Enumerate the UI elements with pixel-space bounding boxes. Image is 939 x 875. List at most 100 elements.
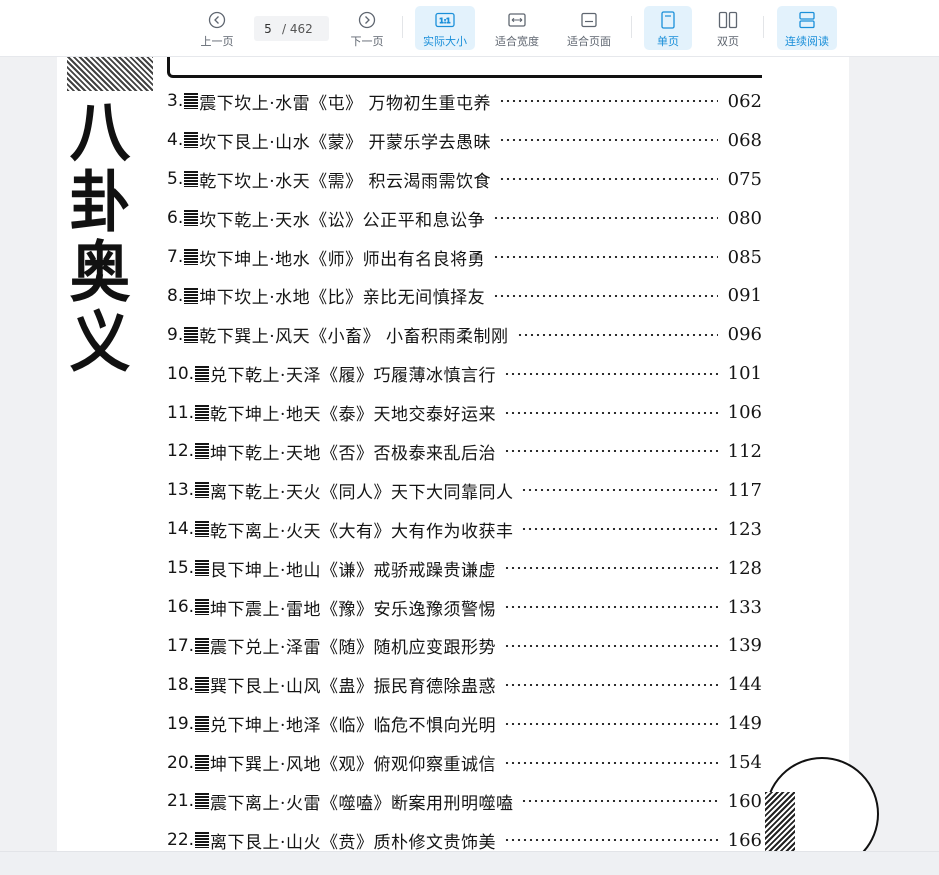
bottom-scroll-area [0,851,939,875]
continuous-reading-button[interactable]: 连续阅读 [777,6,837,50]
svg-text:1:1: 1:1 [439,17,450,25]
toc-dot-leader [499,100,718,103]
toc-entry-page: 117 [727,479,762,501]
actual-size-button[interactable]: 1:1 实际大小 [415,6,475,50]
toc-entry-title: 乾下离上·火天《大有》大有作为收获丰 [210,521,514,542]
toc-entry-number: 10. [167,363,195,384]
page-number-input[interactable] [254,21,282,36]
double-page-icon [718,10,738,30]
toc-entry-number: 14. [167,519,195,540]
toc-dot-leader [493,256,718,258]
toc-entry[interactable]: 21. 震下离上·火雷《噬嗑》断案用刑明噬嗑 160 [167,782,762,821]
toc-entry-number: 22. [167,830,195,851]
toc-entry[interactable]: 13. 离下乾上·天火《同人》天下大同靠同人 117 [167,471,762,510]
toc-entry[interactable]: 16. 坤下震上·雷地《豫》安乐逸豫须警惕 133 [167,588,762,627]
toc-entry-number: 21. [167,791,195,812]
toc-entry-title: 巽下艮上·山风《蛊》振民育德除蛊惑 [210,677,496,698]
toc-entry-page: 062 [727,90,762,112]
fit-width-icon [507,10,527,30]
toc-entry-title: 坎下艮上·山水《蒙》 开蒙乐学去愚昧 [199,132,492,153]
toc-entry-page: 068 [727,129,762,151]
double-page-label: 双页 [717,35,739,48]
document-page: 八 卦 奥 义 3. 震下坎上·水雷《屯》 万物初生重屯养 062 4. 坎下艮上·山水… [57,57,879,851]
toc-entry[interactable]: 8. 坤下坎上·水地《比》亲比无间慎择友 091 [167,276,762,315]
toc-entry[interactable]: 17. 震下兑上·泽雷《随》随机应变跟形势 139 [167,626,762,665]
toc-entry-title: 兑下坤上·地泽《临》临危不惧向光明 [210,716,496,737]
next-page-button[interactable]: 下一页 [345,6,389,50]
toolbar-divider [763,16,764,38]
toc-entry-title: 震下离上·火雷《噬嗑》断案用刑明噬嗑 [210,793,514,814]
toc-entry[interactable]: 4. 坎下艮上·山水《蒙》 开蒙乐学去愚昧 068 [167,121,762,160]
hexagram-icon [184,287,199,304]
toc-entry-title: 坎下乾上·天水《讼》公正平和息讼争 [199,210,486,231]
toc-entry[interactable]: 10. 兑下乾上·天泽《履》巧履薄冰慎言行 101 [167,354,762,393]
toc-entry[interactable]: 6. 坎下乾上·天水《讼》公正平和息讼争 080 [167,199,762,238]
toc-entry-title: 乾下巽上·风天《小畜》 小畜积雨柔制刚 [199,327,509,348]
toc-dot-leader [503,761,718,764]
toc-entry[interactable]: 14. 乾下离上·火天《大有》大有作为收获丰 123 [167,510,762,549]
toc-entry-page: 149 [727,713,762,735]
toc-entry[interactable]: 19. 兑下坤上·地泽《临》临危不惧向光明 149 [167,704,762,743]
toc-entry[interactable]: 12. 坤下乾上·天地《否》否极泰来乱后治 112 [167,432,762,471]
toc-entry-page: 154 [727,752,762,774]
double-page-button[interactable]: 双页 [706,6,750,50]
side-title-char: 奥 [69,233,131,311]
hexagram-icon [195,832,210,849]
hexagram-icon [195,482,210,499]
fit-width-label: 适合宽度 [495,35,539,48]
toc-entry-page: 101 [727,363,762,385]
side-title: 八 卦 奥 义 [65,97,135,377]
toc-entry-title: 兑下乾上·天泽《履》巧履薄冰慎言行 [210,366,496,387]
toc-entry-number: 15. [167,558,195,579]
toc-entry-page: 139 [727,635,762,657]
toc-dot-leader [503,372,718,375]
toc-entry[interactable]: 20. 坤下巽上·风地《观》俯观仰察重诚信 154 [167,743,762,782]
toc-entry-page: 123 [727,518,762,540]
toc-entry-page: 106 [727,402,762,424]
toc-entry[interactable]: 15. 艮下坤上·地山《谦》戒骄戒躁贵谦虚 128 [167,549,762,588]
toc-dot-leader [516,333,718,336]
hexagram-icon [195,715,210,732]
toc-entry[interactable]: 3. 震下坎上·水雷《屯》 万物初生重屯养 062 [167,82,762,121]
continuous-scroll-icon [798,10,816,30]
prev-page-button[interactable]: 上一页 [195,6,239,50]
side-title-char: 义 [69,303,131,381]
single-page-button[interactable]: 单页 [644,6,692,50]
toolbar-divider [402,16,403,38]
hexagram-icon [195,521,210,538]
chevron-left-circle-icon [208,10,226,30]
hexagram-icon [184,249,199,265]
toc-dot-leader [499,139,718,142]
toc-entry-page: 080 [727,207,762,229]
single-page-label: 单页 [657,35,679,48]
document-viewport[interactable]: 八 卦 奥 义 3. 震下坎上·水雷《屯》 万物初生重屯养 062 4. 坎下艮上·山水… [0,57,939,851]
toc-dot-leader [503,450,718,453]
toc-dot-leader [503,411,718,414]
side-title-char: 八 [69,93,131,171]
table-of-contents: 3. 震下坎上·水雷《屯》 万物初生重屯养 062 4. 坎下艮上·山水《蒙》 开蒙乐学… [167,82,762,851]
toc-entry-title: 坤下坎上·水地《比》亲比无间慎择友 [199,288,486,309]
fit-page-button[interactable]: 适合页面 [561,6,617,50]
hexagram-icon [195,793,210,810]
toc-entry[interactable]: 7. 坎下坤上·地水《师》师出有名良将勇 085 [167,238,762,277]
fit-width-button[interactable]: 适合宽度 [489,6,545,50]
prev-page-label: 上一页 [200,35,234,48]
toc-entry-page: 075 [727,168,762,190]
toc-dot-leader [499,178,718,181]
toc-entry-number: 12. [167,441,195,462]
actual-size-label: 实际大小 [423,35,467,48]
toc-entry-title: 坤下乾上·天地《否》否极泰来乱后治 [210,443,496,464]
toc-entry-title: 坤下震上·雷地《豫》安乐逸豫须警惕 [210,599,496,620]
hexagram-icon [195,443,210,460]
toc-entry[interactable]: 9. 乾下巽上·风天《小畜》 小畜积雨柔制刚 096 [167,315,762,354]
toc-dot-leader [521,800,718,803]
page-frame-border [167,57,762,78]
toc-entry[interactable]: 22. 离下艮上·山火《贲》质朴修文贵饰美 166 [167,821,762,851]
toc-entry-number: 13. [167,480,195,501]
toc-entry-title: 离下乾上·天火《同人》天下大同靠同人 [210,482,514,503]
toc-dot-leader [493,217,718,220]
toc-dot-leader [503,567,718,570]
toc-entry[interactable]: 18. 巽下艮上·山风《蛊》振民育德除蛊惑 144 [167,665,762,704]
toc-entry[interactable]: 5. 乾下坎上·水天《需》 积云渴雨需饮食 075 [167,160,762,199]
toc-entry[interactable]: 11. 乾下坤上·地天《泰》天地交泰好运来 106 [167,393,762,432]
